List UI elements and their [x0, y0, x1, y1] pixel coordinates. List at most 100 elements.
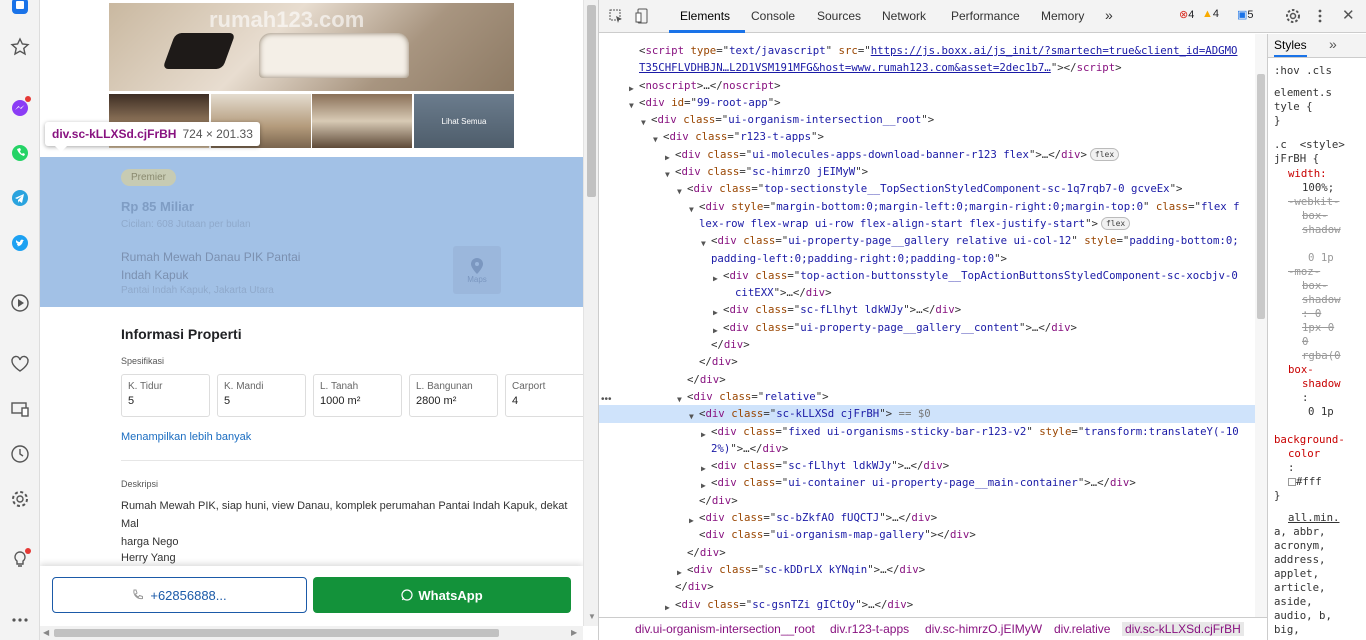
piano-shape	[162, 33, 236, 69]
tree-line[interactable]: ▶ <div class="sc-fLlhyt ldkWJy">…</div>	[599, 301, 1255, 318]
tree-line[interactable]: </div>	[599, 336, 1255, 353]
bulb-icon[interactable]	[8, 548, 32, 572]
tree-line[interactable]: ▶ <div class="ui-container ui-property-pa…	[599, 474, 1255, 491]
star-icon[interactable]	[8, 35, 32, 59]
see-all-photos-button[interactable]: Lihat Semua	[414, 94, 514, 148]
tree-line[interactable]: </div>	[599, 492, 1255, 509]
tree-line[interactable]: ▶ <div class="fixed ui-organisms-sticky-b…	[599, 423, 1255, 440]
play-icon[interactable]	[8, 291, 32, 315]
breadcrumb-item[interactable]: div.ui-organism-intersection__root	[635, 622, 815, 636]
show-more-link[interactable]: Menampilkan lebih banyak	[121, 431, 251, 443]
tree-line[interactable]: lex-row flex-wrap ui-row flex-align-star…	[599, 215, 1255, 232]
breadcrumb-item[interactable]: div.relative	[1054, 622, 1110, 636]
tree-line[interactable]: T35CHFLVDHBJN…L2D1VSM191MFG&host=www.rum…	[599, 59, 1255, 76]
telegram-icon[interactable]	[8, 186, 32, 210]
tree-line[interactable]: ▼ <div style="margin-bottom:0;margin-left…	[599, 198, 1255, 215]
tab-performance[interactable]: Performance	[951, 9, 1020, 23]
stylesheet-link[interactable]: all.min.	[1288, 511, 1339, 525]
style-value: #fff	[1288, 475, 1322, 489]
tree-line[interactable]: ▶ <div class="sc-kDDrLX kYNqin">…</div>	[599, 561, 1255, 578]
tree-line[interactable]: 2%)">…</div>	[599, 440, 1255, 457]
tree-line[interactable]: ▶ <div class="sc-fLlhyt ldkWJy">…</div>	[599, 457, 1255, 474]
browser-app-icon[interactable]	[8, 0, 32, 18]
tree-line[interactable]: </div>	[599, 544, 1255, 561]
main-photo[interactable]: rumah123.com	[109, 3, 514, 91]
whatsapp-button[interactable]: WhatsApp	[313, 577, 571, 613]
spec-card: Carport 4	[505, 374, 583, 417]
tree-line[interactable]: ▶ <div class="ui-property-page__gallery__…	[599, 319, 1255, 336]
color-swatch[interactable]	[1288, 478, 1296, 486]
page-horizontal-scrollbar[interactable]: ◀ ▶	[40, 626, 583, 640]
filter-hov-toggle[interactable]: :hov .cls	[1274, 64, 1332, 78]
scroll-left-arrow-icon[interactable]: ◀	[43, 628, 49, 637]
style-value: 100%;	[1302, 181, 1335, 194]
scrollbar-thumb[interactable]	[587, 5, 596, 197]
tab-sources[interactable]: Sources	[817, 9, 861, 23]
tree-line[interactable]: <script type="text/javascript" src="http…	[599, 42, 1255, 59]
close-icon[interactable]: ✕	[1342, 6, 1355, 24]
more-tabs-icon[interactable]: »	[1105, 7, 1113, 23]
message-badge[interactable]: ▣5	[1237, 8, 1254, 21]
error-badge[interactable]: ⊗4	[1179, 8, 1194, 21]
tree-line[interactable]: ▼ <div class="top-sectionstyle__TopSectio…	[599, 180, 1255, 197]
breadcrumb-item[interactable]: div.r123-t-apps	[830, 622, 909, 636]
scrollbar-thumb[interactable]	[1257, 74, 1265, 319]
tree-line[interactable]: padding-left:0;padding-right:0;padding-t…	[599, 250, 1255, 267]
style-property-overridden: shadow	[1302, 223, 1341, 236]
warning-badge[interactable]: ▲4	[1202, 8, 1219, 20]
device-icon[interactable]	[8, 397, 32, 421]
tree-line[interactable]: ▼ <div class="ui-property-page__gallery r…	[599, 232, 1255, 249]
twitter-icon[interactable]	[8, 231, 32, 255]
description-label: Deskripsi	[121, 479, 159, 489]
breadcrumb-item-current[interactable]: div.sc-kLLXSd.cjFrBH	[1122, 622, 1244, 636]
history-icon[interactable]	[8, 442, 32, 466]
scroll-right-arrow-icon[interactable]: ▶	[571, 628, 577, 637]
phone-button[interactable]: +62856888...	[52, 577, 307, 613]
tree-line[interactable]: ▼ <div id="99-root-app">	[599, 94, 1255, 111]
breadcrumb-item[interactable]: div.sc-himrzO.jEIMyW	[925, 622, 1042, 636]
tree-line-selected[interactable]: ▼ <div class="sc-kLLXSd cjFrBH"> == $0	[599, 405, 1255, 423]
scrollbar-thumb[interactable]	[54, 629, 499, 637]
tree-line[interactable]: ▼ <div class="r123-t-apps">	[599, 128, 1255, 145]
error-icon: ⊗	[1179, 9, 1189, 21]
settings-icon[interactable]	[8, 487, 32, 511]
node-actions-icon[interactable]: •••	[601, 394, 612, 405]
tab-memory[interactable]: Memory	[1041, 9, 1084, 23]
tree-line[interactable]: </div>	[599, 353, 1255, 370]
page-vertical-scrollbar[interactable]: ▼	[583, 0, 598, 626]
style-property-overridden: -moz-	[1288, 265, 1321, 278]
messenger-icon[interactable]	[8, 96, 32, 120]
more-icon[interactable]	[8, 608, 32, 632]
tab-network[interactable]: Network	[882, 9, 926, 23]
scroll-down-arrow-icon[interactable]: ▼	[588, 612, 596, 621]
tree-line[interactable]: citEXX">…</div>	[599, 284, 1255, 301]
kebab-menu-icon[interactable]	[1317, 8, 1323, 24]
inspect-element-icon[interactable]	[609, 9, 624, 24]
tree-line[interactable]: ▼ <div class="relative">	[599, 388, 1255, 405]
maps-label: Maps	[467, 274, 487, 284]
gear-icon[interactable]	[1285, 8, 1301, 24]
divider	[121, 460, 583, 461]
tree-line[interactable]: ▶ <div class="sc-gsnTZi gICtOy">…</div>	[599, 596, 1255, 613]
devtools-panel: Elements Console Sources Network Perform…	[598, 0, 1366, 640]
tree-line[interactable]: </div>	[599, 371, 1255, 388]
style-value: 0 1p	[1308, 405, 1334, 418]
tree-line[interactable]: </div>	[599, 578, 1255, 595]
maps-button[interactable]: Maps	[453, 246, 501, 294]
tree-line[interactable]: ▶ <noscript>…</noscript>	[599, 77, 1255, 94]
tab-elements[interactable]: Elements	[680, 9, 730, 23]
tree-line[interactable]: ▼ <div class="ui-organism-intersection__r…	[599, 111, 1255, 128]
tree-line[interactable]: ▶ <div class="ui-molecules-apps-download-…	[599, 146, 1255, 163]
tree-line[interactable]: ▶ <div class="top-action-buttonsstyle__To…	[599, 267, 1255, 284]
thumbnail-photo[interactable]	[312, 94, 412, 148]
tree-line[interactable]	[599, 34, 1255, 42]
device-toolbar-icon[interactable]	[635, 8, 650, 24]
tree-line[interactable]: <div class="ui-organism-map-gallery"></d…	[599, 526, 1255, 543]
tree-line[interactable]: ▼ <div class="sc-himrzO jEIMyW">	[599, 163, 1255, 180]
tree-line[interactable]: ▶ <div class="sc-bZkfAO fUQCTJ">…</div>	[599, 509, 1255, 526]
style-value-overridden: 1px 0	[1302, 321, 1335, 334]
tree-scrollbar[interactable]	[1255, 34, 1267, 617]
heart-icon[interactable]	[8, 352, 32, 376]
tab-console[interactable]: Console	[751, 9, 795, 23]
whatsapp-icon[interactable]	[8, 141, 32, 165]
